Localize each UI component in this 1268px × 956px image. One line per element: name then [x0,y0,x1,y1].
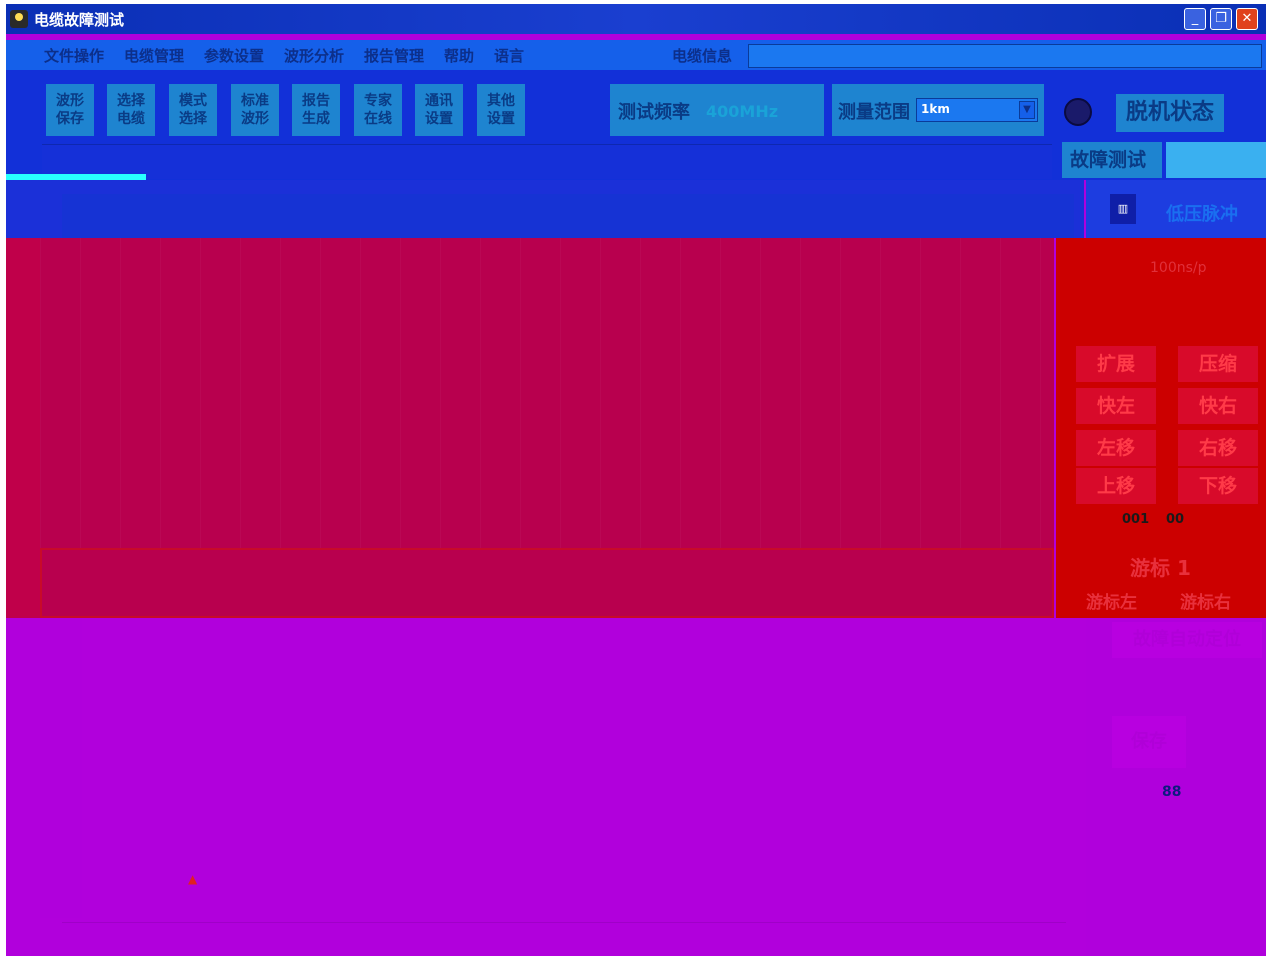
upper-waveform-area [62,194,1074,238]
lower-left-strip [40,618,82,918]
generate-report-label: 报告 生成 [302,93,330,127]
offline-status-button[interactable]: 脱机状态 [1116,94,1224,132]
cursor-1-label[interactable]: 游标 1 [1130,552,1191,581]
menu-cable[interactable]: 电缆管理 [124,45,184,66]
cable-info-label: 电缆信息 [672,47,733,65]
move-down-button[interactable]: 下移 [1178,468,1258,504]
save-waveform-button[interactable]: 波形 保存 [46,84,94,136]
window-title: 电缆故障测试 [34,11,125,29]
waveform-display[interactable] [40,238,1054,548]
fast-right-button[interactable]: 快右 [1178,388,1258,424]
comm-settings-button[interactable]: 通讯 设置 [415,84,463,136]
cursor-left-button[interactable]: 游标左 [1086,588,1137,613]
minimize-button[interactable]: _ [1184,8,1206,30]
menu-bar: 文件操作 电缆管理 参数设置 波形分析 报告管理 帮助 语言 电缆信息 [6,40,1266,70]
menu-params[interactable]: 参数设置 [204,45,264,66]
measure-range-box: 测量范围 1km ▼ [832,84,1044,136]
other-settings-label: 其他 设置 [487,93,515,127]
bottom-status-bar [62,922,1066,956]
test-frequency-box: 测试频率 400MHz [610,84,824,136]
fast-left-button[interactable]: 快左 [1076,388,1156,424]
close-button[interactable]: ✕ [1236,8,1258,30]
save-waveform-label: 波形 保存 [56,93,84,127]
save-button[interactable]: 保存 [1112,716,1186,768]
select-cable-label: 选择 电缆 [117,93,145,127]
tab-fault-test[interactable]: 故障测试 [1062,142,1162,178]
trigger-mode-label: 低压脉冲 [1166,204,1238,225]
menu-waveform[interactable]: 波形分析 [284,45,344,66]
move-left-button[interactable]: 左移 [1076,430,1156,466]
measure-range-select[interactable]: 1km ▼ [916,98,1038,122]
upper-waveform-band [6,180,1084,238]
cursor-right-button[interactable]: 游标右 [1180,588,1231,613]
measure-range-value: 1km [921,102,950,116]
move-up-button[interactable]: 上移 [1076,468,1156,504]
expert-online-label: 专家 在线 [364,93,392,127]
comm-settings-label: 通讯 设置 [425,93,453,127]
title-bar: 电缆故障测试 _ ❐ ✕ [6,4,1266,34]
app-icon [10,10,28,28]
menu-help[interactable]: 帮助 [444,45,474,66]
app-window: 电缆故障测试 _ ❐ ✕ 文件操作 电缆管理 参数设置 波形分析 报告管理 帮助… [6,4,1266,956]
cable-info-field[interactable] [748,44,1262,68]
test-frequency-label: 测试频率 [618,102,690,123]
waveform-overview[interactable] [40,548,1054,618]
compress-button[interactable]: 压缩 [1178,346,1258,382]
waveform-left-margin [6,238,40,618]
expert-online-button[interactable]: 专家 在线 [354,84,402,136]
status-lamp-icon [1064,98,1092,126]
standard-waveform-label: 标准 波形 [241,93,269,127]
toolbar-strip [42,144,1052,179]
menu-file[interactable]: 文件操作 [44,45,104,66]
chevron-down-icon[interactable]: ▼ [1019,101,1035,119]
lower-readout: 88 [1162,784,1182,800]
menu-language[interactable]: 语言 [494,45,524,66]
mode-select-button[interactable]: 模式 选择 [169,84,217,136]
readout-icon: ▥ [1110,194,1136,224]
move-right-button[interactable]: 右移 [1178,430,1258,466]
auto-locate-button[interactable]: 故障自动定位 [1112,622,1262,658]
generate-report-button[interactable]: 报告 生成 [292,84,340,136]
expand-button[interactable]: 扩展 [1076,346,1156,382]
test-frequency-value: 400MHz [706,102,779,121]
toolbar: 波形 保存 选择 电缆 模式 选择 标准 波形 报告 生成 专家 在线 通讯 设… [6,70,1266,180]
distance-readout-2: 00 [1166,512,1185,527]
menu-report[interactable]: 报告管理 [364,45,424,66]
restore-button[interactable]: ❐ [1210,8,1232,30]
marker-icon: ▲ [188,872,198,886]
standard-waveform-button[interactable]: 标准 波形 [231,84,279,136]
tab-secondary[interactable] [1166,142,1266,178]
distance-readout-1: 001 [1122,512,1150,527]
time-scale-label: 100ns/p [1150,260,1207,276]
measure-range-label: 测量范围 [838,102,910,123]
other-settings-button[interactable]: 其他 设置 [477,84,525,136]
mode-select-label: 模式 选择 [179,93,207,127]
select-cable-button[interactable]: 选择 电缆 [107,84,155,136]
